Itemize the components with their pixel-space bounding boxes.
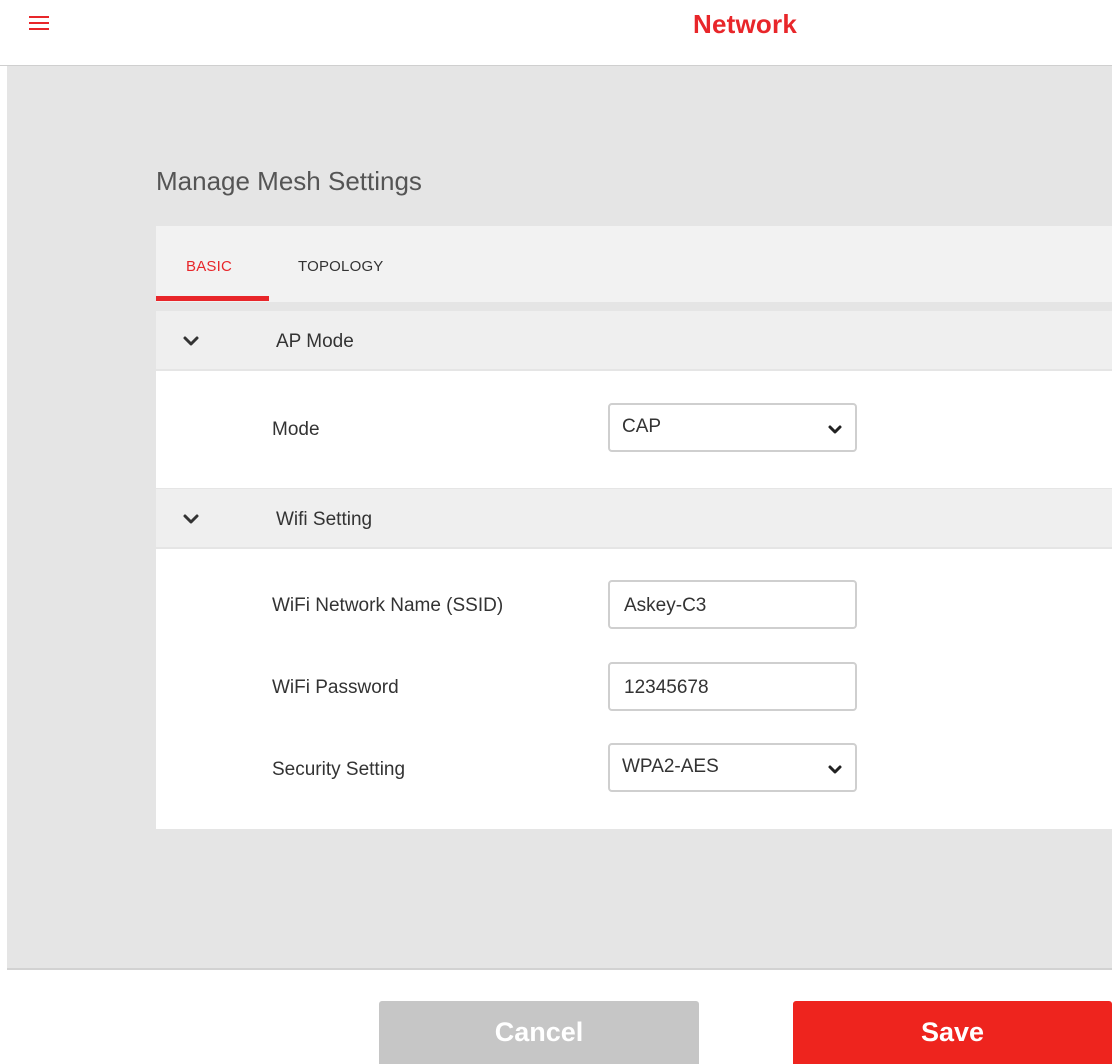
password-field[interactable] bbox=[608, 662, 857, 711]
mode-select[interactable]: CAP bbox=[608, 403, 857, 452]
chevron-down-icon bbox=[828, 765, 842, 774]
page-title: Network bbox=[693, 9, 797, 39]
security-setting-select[interactable]: WPA2-AES bbox=[608, 743, 857, 792]
security-setting-label: Security Setting bbox=[272, 759, 406, 780]
top-bar: Network bbox=[0, 0, 1112, 66]
wifi-setting-panel: WiFi Network Name (SSID) WiFi Password S… bbox=[156, 549, 1112, 829]
tab-topology[interactable]: TOPOLOGY bbox=[298, 258, 384, 275]
mode-select-value: CAP bbox=[622, 416, 662, 437]
security-setting-value: WPA2-AES bbox=[622, 756, 719, 777]
ssid-field[interactable] bbox=[608, 580, 857, 629]
chevron-down-icon bbox=[183, 514, 199, 524]
wifi-setting-accordion-label: Wifi Setting bbox=[276, 509, 373, 530]
password-input[interactable] bbox=[624, 677, 844, 699]
tab-bar: BASIC TOPOLOGY bbox=[156, 226, 1112, 302]
chevron-down-icon bbox=[828, 425, 842, 434]
tab-basic[interactable]: BASIC bbox=[186, 258, 232, 275]
password-label: WiFi Password bbox=[272, 677, 399, 698]
ap-mode-panel: Mode CAP bbox=[156, 371, 1112, 488]
footer-actions: Cancel Save bbox=[0, 972, 1112, 1064]
ssid-label: WiFi Network Name (SSID) bbox=[272, 595, 504, 616]
ap-mode-accordion-header[interactable]: AP Mode bbox=[156, 311, 1112, 369]
ap-mode-accordion-label: AP Mode bbox=[276, 331, 354, 352]
chevron-down-icon bbox=[183, 336, 199, 346]
active-tab-indicator bbox=[156, 296, 269, 301]
mode-label: Mode bbox=[272, 419, 320, 440]
section-title: Manage Mesh Settings bbox=[156, 166, 422, 196]
save-button[interactable]: Save bbox=[793, 1001, 1112, 1064]
ssid-input[interactable] bbox=[624, 595, 844, 617]
cancel-button[interactable]: Cancel bbox=[379, 1001, 699, 1064]
wifi-setting-accordion-header[interactable]: Wifi Setting bbox=[156, 489, 1112, 547]
